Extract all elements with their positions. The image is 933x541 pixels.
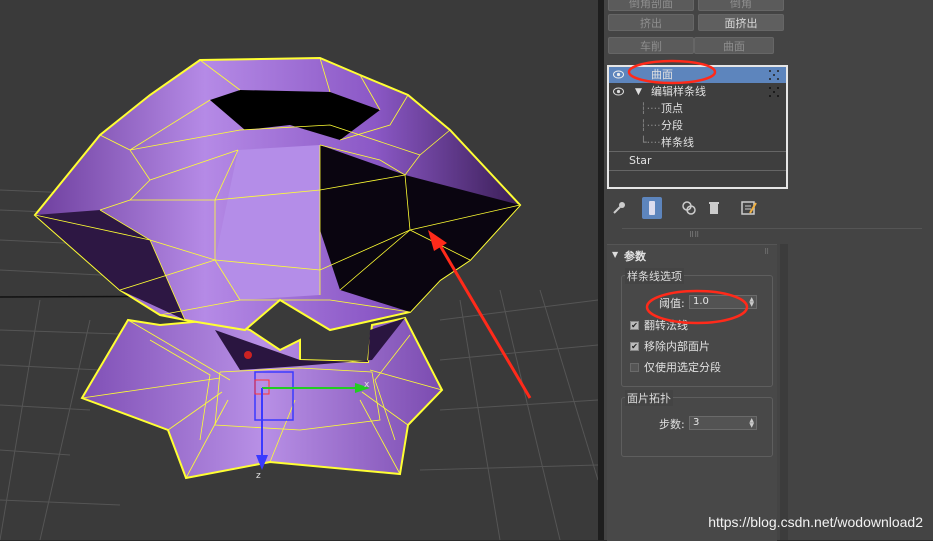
patch-topology-title: 面片拓扑 <box>625 390 673 406</box>
annotation-ellipse <box>627 59 717 85</box>
stack-subitem-spline[interactable]: └···· 样条线 <box>609 135 786 151</box>
rollout-title[interactable]: 参数 <box>624 248 646 264</box>
face-extrude-button[interactable]: 面挤出 <box>698 14 784 31</box>
panel-scrollbar[interactable] <box>780 244 788 540</box>
stack-item-base-object[interactable]: Star <box>609 153 786 169</box>
eye-icon[interactable] <box>613 87 624 96</box>
show-end-result-icon[interactable] <box>642 197 662 219</box>
steps-spinner[interactable]: 3 ▲ ▼ <box>689 416 757 430</box>
pin-icon[interactable] <box>610 199 628 217</box>
stack-item-label: 顶点 <box>661 102 683 115</box>
remove-modifier-icon[interactable] <box>705 199 723 217</box>
base-object-label: Star <box>629 154 652 167</box>
gizmo-z-label: z <box>256 471 261 481</box>
viewport-canvas: x z <box>0 56 598 540</box>
modifier-dots-icon <box>769 70 779 80</box>
make-unique-icon[interactable] <box>680 199 698 217</box>
3d-viewport[interactable]: x z <box>0 0 598 540</box>
gizmo-x-label: x <box>364 380 370 390</box>
rollout-collapse-icon[interactable]: ▼ <box>612 250 618 259</box>
bevel-button[interactable]: 倒角 <box>698 0 784 11</box>
use-selected-segments-label: 仅使用选定分段 <box>644 361 721 374</box>
stack-subitem-segment[interactable]: ┆···· 分段 <box>609 118 786 134</box>
stack-subitem-vertex[interactable]: ┆···· 顶点 <box>609 101 786 117</box>
stack-separator <box>609 151 786 152</box>
tree-line: ┆···· <box>640 102 661 115</box>
tree-line: └···· <box>640 136 661 149</box>
separator <box>622 228 922 229</box>
surface-button[interactable]: 曲面 <box>694 37 774 54</box>
bevel-profile-button[interactable]: 倒角剖面 <box>608 0 694 11</box>
stack-separator <box>609 170 786 171</box>
eye-icon[interactable] <box>613 70 624 79</box>
configure-modifier-sets-icon[interactable] <box>740 199 758 217</box>
spinner-arrows-icon[interactable]: ▲ ▼ <box>749 297 754 308</box>
steps-label: 步数: <box>659 418 685 431</box>
stack-item-label: 样条线 <box>661 136 694 149</box>
remove-interior-patches-label: 移除内部面片 <box>644 340 710 353</box>
remove-interior-patches-checkbox[interactable]: ✔ <box>630 342 639 351</box>
rollout-grip-icon: ⠿ <box>764 248 770 256</box>
modify-panel: 倒角剖面 倒角 挤出 面挤出 车削 曲面 曲面 ▼ 编辑样条线 ┆···· 顶点… <box>604 0 933 541</box>
steps-value: 3 <box>693 417 700 428</box>
use-selected-segments-checkbox[interactable] <box>630 363 639 372</box>
annotation-ellipse <box>645 289 749 325</box>
spinner-arrows-icon[interactable]: ▲ ▼ <box>749 418 754 429</box>
extrude-button[interactable]: 挤出 <box>608 14 694 31</box>
upper-star-mesh <box>33 56 522 332</box>
spline-options-title: 样条线选项 <box>625 268 684 284</box>
watermark-text: https://blog.csdn.net/wodownload2 <box>708 514 923 530</box>
drag-handle-icon[interactable]: ⠿⠿ <box>689 231 699 239</box>
stack-item-label: 分段 <box>661 119 683 132</box>
modifier-dots-icon <box>769 87 779 97</box>
tree-line: ┆···· <box>640 119 661 132</box>
lathe-button[interactable]: 车削 <box>608 37 694 54</box>
flip-normals-checkbox[interactable]: ✔ <box>630 321 639 330</box>
